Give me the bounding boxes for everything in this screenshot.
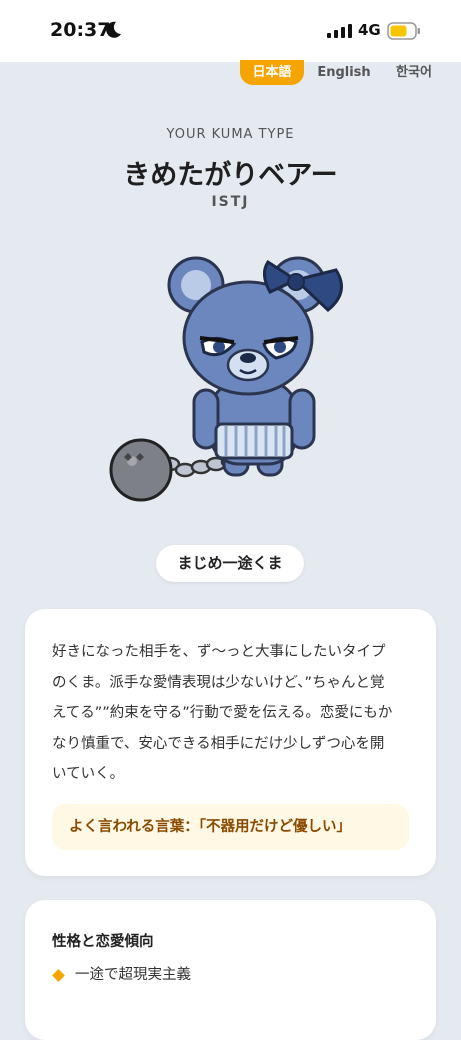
- quote-box: よく言われる言葉：「不器用だけど優しい」: [52, 804, 409, 850]
- type-caption: YOUR KUMA TYPE: [166, 127, 295, 142]
- description-line: のくま。派手な愛情表現は少ないけど、”ちゃんと覚: [52, 674, 385, 691]
- traits-title: 性格と恋愛傾向: [52, 934, 154, 950]
- signal-icon: [327, 24, 352, 38]
- type-code: ISTJ: [211, 194, 250, 210]
- status-bar: 20:37 4G: [0, 0, 461, 62]
- bear-illustration: [109, 256, 343, 502]
- type-nickname-pill: まじめ一途くま: [156, 545, 304, 582]
- description-card: 好きになった相手を、ず〜っと大事にしたいタイプ のくま。派手な愛情表現は少ないけ…: [25, 609, 436, 876]
- trait-item: 一途で超現実主義: [52, 963, 191, 984]
- type-name: きめたがりベアー: [123, 160, 338, 191]
- traits-card: 性格と恋愛傾向 一途で超現実主義: [25, 900, 436, 1040]
- description-text: 好きになった相手を、ず〜っと大事にしたいタイプ のくま。派手な愛情表現は少ないけ…: [52, 637, 412, 790]
- moon-icon: [106, 21, 121, 38]
- lang-korean-button[interactable]: 한국어: [386, 60, 442, 85]
- battery-icon: [387, 22, 420, 40]
- description-line: 好きになった相手を、ず〜っと大事にしたいタイプ: [52, 644, 386, 660]
- network-type: 4G: [358, 21, 381, 39]
- lang-english-button[interactable]: English: [313, 60, 375, 85]
- description-line: なり慎重で、安心できる相手にだけ少しずつ心を開: [52, 735, 385, 752]
- diamond-bullet-icon: [52, 968, 65, 982]
- trait-label: 一途で超現実主義: [75, 967, 191, 983]
- description-line: えてる””約束を守る”行動で愛を伝える。恋愛にもか: [52, 705, 393, 721]
- lang-japanese-button[interactable]: 日本語: [240, 60, 304, 85]
- status-time: 20:37: [50, 19, 111, 41]
- description-line: いていく。: [52, 766, 125, 782]
